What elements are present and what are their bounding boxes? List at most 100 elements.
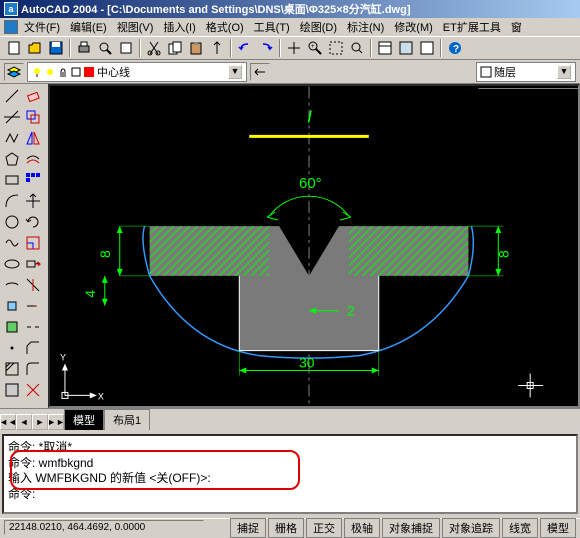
polar-toggle[interactable]: 极轴: [344, 518, 380, 538]
tab-layout1[interactable]: 布局1: [104, 409, 150, 430]
props-button[interactable]: [375, 38, 395, 58]
status-coords: 22148.0210, 464.4692, 0.0000: [4, 520, 204, 535]
dim-4: 4: [82, 290, 98, 298]
zoom-realtime-button[interactable]: +: [305, 38, 325, 58]
tab-first[interactable]: ◄◄: [0, 414, 16, 430]
save-button[interactable]: [46, 38, 66, 58]
annotation-highlight: [10, 450, 300, 490]
menu-insert[interactable]: 插入(I): [159, 18, 199, 36]
polygon-tool[interactable]: [2, 149, 22, 169]
circle-tool[interactable]: [2, 212, 22, 232]
color-swatch-icon: [481, 67, 491, 77]
scale-tool[interactable]: [23, 233, 43, 253]
array-tool[interactable]: [23, 170, 43, 190]
preview-button[interactable]: [95, 38, 115, 58]
layer-name: 中心线: [97, 64, 130, 80]
tab-next[interactable]: ►: [32, 414, 48, 430]
rectangle-tool[interactable]: [2, 170, 22, 190]
svg-text:Y: Y: [60, 353, 66, 363]
ortho-toggle[interactable]: 正交: [306, 518, 342, 538]
layer-combo[interactable]: 中心线 ▼: [27, 62, 247, 82]
copy-tool[interactable]: [23, 107, 43, 127]
hatch-tool[interactable]: [2, 359, 22, 379]
new-button[interactable]: [4, 38, 24, 58]
osnap-toggle[interactable]: 对象捕捉: [382, 518, 440, 538]
tab-model[interactable]: 模型: [64, 409, 104, 430]
designcenter-button[interactable]: [396, 38, 416, 58]
stretch-tool[interactable]: [23, 254, 43, 274]
menu-format[interactable]: 格式(O): [202, 18, 248, 36]
xline-tool[interactable]: [2, 107, 22, 127]
lightbulb-icon: [32, 67, 42, 77]
menu-view[interactable]: 视图(V): [113, 18, 158, 36]
extend-tool[interactable]: [23, 296, 43, 316]
menu-file[interactable]: 文件(F): [20, 18, 64, 36]
pline-tool[interactable]: [2, 128, 22, 148]
offset-tool[interactable]: [23, 149, 43, 169]
insert-tool[interactable]: [2, 296, 22, 316]
lock-icon: [58, 67, 68, 77]
grid-toggle[interactable]: 栅格: [268, 518, 304, 538]
trim-tool[interactable]: [23, 275, 43, 295]
copy-button[interactable]: [165, 38, 185, 58]
menu-tools[interactable]: 工具(T): [250, 18, 294, 36]
layer-prev-button[interactable]: [250, 63, 270, 81]
paste-button[interactable]: [186, 38, 206, 58]
pan-button[interactable]: [284, 38, 304, 58]
explode-tool[interactable]: [23, 380, 43, 400]
dropdown-arrow-icon[interactable]: ▼: [557, 65, 571, 79]
dim-8-left: 8: [97, 250, 113, 258]
sun-icon: [45, 67, 55, 77]
menu-window[interactable]: 窗: [507, 18, 526, 36]
drawing-canvas[interactable]: I 60° 8: [48, 84, 580, 408]
match-button[interactable]: [207, 38, 227, 58]
rotate-tool[interactable]: [23, 212, 43, 232]
app-icon: a: [4, 2, 18, 16]
color-combo[interactable]: 随层 ▼: [476, 62, 576, 82]
menu-dimension[interactable]: 标注(N): [343, 18, 388, 36]
move-tool[interactable]: [23, 191, 43, 211]
mirror-tool[interactable]: [23, 128, 43, 148]
crosshair-icon: [518, 374, 543, 398]
space-toggle[interactable]: 模型: [540, 518, 576, 538]
arc-tool[interactable]: [2, 191, 22, 211]
block-tool[interactable]: [2, 317, 22, 337]
snap-toggle[interactable]: 捕捉: [230, 518, 266, 538]
otrack-toggle[interactable]: 对象追踪: [442, 518, 500, 538]
zoom-window-button[interactable]: [326, 38, 346, 58]
ucs-icon: Y X: [60, 353, 104, 402]
break-tool[interactable]: [23, 317, 43, 337]
cut-button[interactable]: [144, 38, 164, 58]
dim-30: 30: [299, 355, 315, 371]
zoom-prev-button[interactable]: [347, 38, 367, 58]
palette-button[interactable]: [417, 38, 437, 58]
chamfer-tool[interactable]: [23, 338, 43, 358]
plot-icon: [71, 67, 81, 77]
command-window[interactable]: 命令: *取消* 命令: wmfbkgnd 输入 WMFBKGND 的新值 <关…: [2, 434, 578, 514]
redo-button[interactable]: [256, 38, 276, 58]
menu-et[interactable]: ET扩展工具: [439, 18, 505, 36]
dropdown-arrow-icon[interactable]: ▼: [228, 65, 242, 79]
menu-draw[interactable]: 绘图(D): [296, 18, 341, 36]
tab-last[interactable]: ►►: [48, 414, 64, 430]
layer-manager-button[interactable]: [4, 63, 24, 81]
undo-button[interactable]: [235, 38, 255, 58]
menu-edit[interactable]: 编辑(E): [66, 18, 111, 36]
open-button[interactable]: [25, 38, 45, 58]
svg-text:X: X: [98, 391, 104, 401]
point-tool[interactable]: [2, 338, 22, 358]
help-button[interactable]: ?: [445, 38, 465, 58]
publish-button[interactable]: [116, 38, 136, 58]
ellipse-arc-tool[interactable]: [2, 275, 22, 295]
ellipse-tool[interactable]: [2, 254, 22, 274]
lwt-toggle[interactable]: 线宽: [502, 518, 538, 538]
svg-text:+: +: [311, 44, 315, 50]
fillet-tool[interactable]: [23, 359, 43, 379]
menu-modify[interactable]: 修改(M): [390, 18, 437, 36]
tab-prev[interactable]: ◄: [16, 414, 32, 430]
erase-tool[interactable]: [23, 86, 43, 106]
print-button[interactable]: [74, 38, 94, 58]
region-tool[interactable]: [2, 380, 22, 400]
line-tool[interactable]: [2, 86, 22, 106]
spline-tool[interactable]: [2, 233, 22, 253]
